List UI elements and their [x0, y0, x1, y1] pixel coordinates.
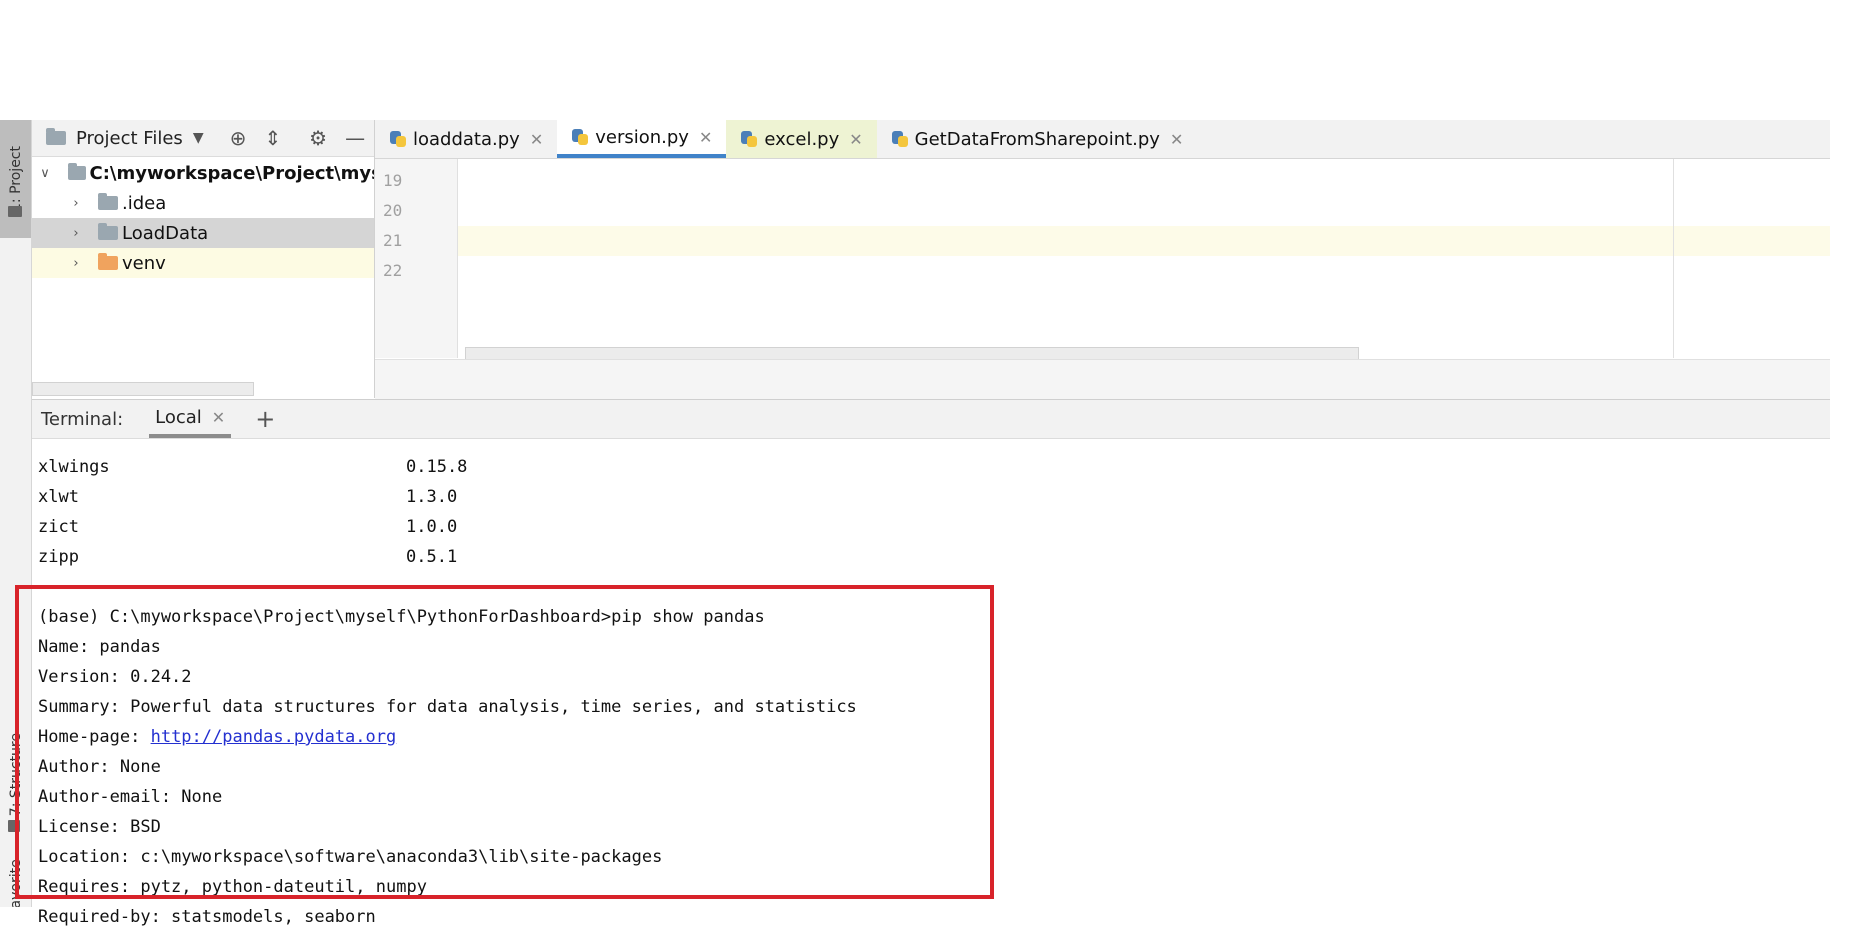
line-number: 19: [383, 171, 403, 190]
terminal-tab-local[interactable]: Local ✕: [149, 400, 232, 438]
close-icon[interactable]: ✕: [530, 130, 543, 149]
tree-row-loaddata[interactable]: › LoadData: [32, 218, 374, 248]
chevron-down-icon[interactable]: ▼: [193, 120, 204, 156]
project-panel-header: Project Files ▼ ⊕ ⇕ ⚙ —: [32, 120, 374, 157]
python-file-icon: [891, 130, 909, 148]
tree-row-root[interactable]: ∨ C:\myworkspace\Project\myself\: [32, 158, 374, 188]
current-line-highlight: [458, 226, 1830, 256]
folder-icon: [98, 223, 118, 240]
package-line: zipp 0.5.1: [38, 547, 458, 567]
terminal-tab-label: Local: [155, 406, 202, 428]
right-margin-guide: [1673, 159, 1674, 358]
close-icon[interactable]: ✕: [849, 130, 862, 149]
tree-item-label: .idea: [122, 192, 167, 214]
tab-label: GetDataFromSharepoint.py: [914, 128, 1160, 150]
chevron-right-icon[interactable]: ›: [68, 226, 84, 241]
close-icon[interactable]: ✕: [699, 128, 712, 147]
tab-label: version.py: [595, 126, 689, 148]
package-line: xlwt 1.3.0: [38, 487, 458, 507]
tab-excel[interactable]: excel.py ✕: [726, 120, 877, 158]
tab-label: excel.py: [764, 128, 840, 150]
project-folder-icon: [8, 206, 22, 217]
line-number: 20: [383, 201, 403, 220]
project-horizontal-scrollbar[interactable]: [32, 382, 254, 396]
chevron-right-icon[interactable]: ›: [68, 256, 84, 271]
line-number-gutter: 19 20 21 22: [375, 159, 458, 358]
editor-tab-bar: loaddata.py ✕ version.py ✕ excel.py ✕ Ge…: [375, 120, 1830, 159]
python-file-icon: [571, 128, 589, 146]
highlight-annotation-box: [15, 585, 994, 899]
python-file-icon: [389, 130, 407, 148]
terminal-header: Terminal: Local ✕ +: [32, 400, 1830, 439]
line-number: 21: [383, 231, 403, 250]
project-panel: Project Files ▼ ⊕ ⇕ ⚙ — ∨ C:\myworkspace…: [32, 120, 375, 398]
project-tree: ∨ C:\myworkspace\Project\myself\ › .idea…: [32, 158, 374, 278]
tree-item-label: LoadData: [122, 222, 209, 244]
project-tool-tab[interactable]: 1: Project: [0, 120, 31, 238]
locate-target-icon[interactable]: ⊕: [230, 120, 247, 156]
editor-bottom-bar: [375, 359, 1830, 399]
folder-icon: [98, 193, 118, 210]
folder-icon: [46, 128, 66, 145]
python-file-icon: [740, 130, 758, 148]
tree-row-venv[interactable]: › venv: [32, 248, 374, 278]
line-number: 22: [383, 261, 403, 280]
editor-area: loaddata.py ✕ version.py ✕ excel.py ✕ Ge…: [375, 120, 1830, 399]
collapse-all-icon[interactable]: ⇕: [264, 120, 281, 156]
project-view-title[interactable]: Project Files: [76, 128, 183, 149]
chevron-down-icon[interactable]: ∨: [38, 166, 52, 181]
gear-icon[interactable]: ⚙: [309, 120, 327, 156]
close-icon[interactable]: ✕: [1170, 130, 1183, 149]
tree-row-idea[interactable]: › .idea: [32, 188, 374, 218]
project-tool-label: 1: Project: [7, 146, 24, 212]
close-icon[interactable]: ✕: [212, 408, 225, 427]
chevron-right-icon[interactable]: ›: [68, 196, 84, 211]
tab-loaddata[interactable]: loaddata.py ✕: [375, 120, 557, 158]
package-line: xlwings 0.15.8: [38, 457, 468, 477]
minimize-icon[interactable]: —: [345, 120, 365, 156]
tree-root-label: C:\myworkspace\Project\myself\: [89, 162, 375, 184]
package-line: zict 1.0.0: [38, 517, 458, 537]
add-terminal-icon[interactable]: +: [255, 405, 275, 433]
tab-version[interactable]: version.py ✕: [557, 120, 727, 158]
folder-icon: [68, 163, 86, 180]
tab-label: loaddata.py: [413, 128, 520, 150]
tree-item-label: venv: [122, 252, 166, 274]
terminal-label: Terminal:: [41, 408, 124, 430]
tab-getdatafromsharepoint[interactable]: GetDataFromSharepoint.py ✕: [877, 120, 1198, 158]
folder-excluded-icon: [98, 253, 118, 270]
